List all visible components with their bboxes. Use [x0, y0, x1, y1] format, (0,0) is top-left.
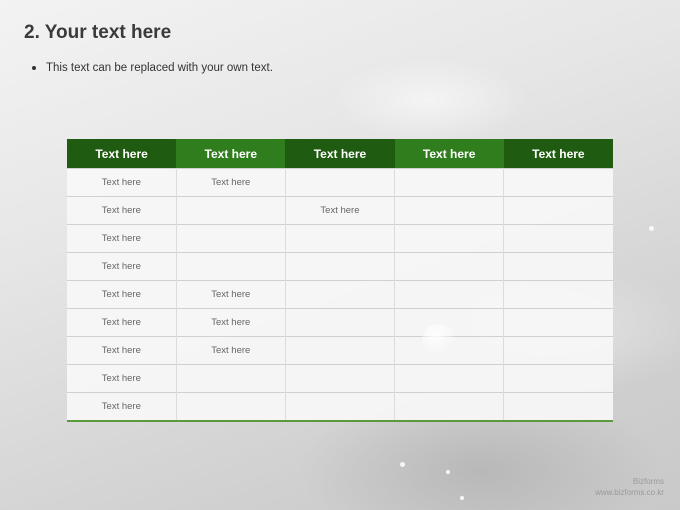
table-row: Text here Text here: [67, 336, 613, 365]
table-cell: Text here: [67, 308, 177, 337]
sparkle-decoration: [460, 496, 464, 500]
table-cell: Text here: [67, 392, 177, 421]
table-cell: [394, 196, 505, 225]
sparkle-decoration: [649, 226, 654, 231]
sparkle-decoration: [446, 470, 450, 474]
table-cell: Text here: [176, 280, 286, 309]
table-cell: Text here: [67, 364, 177, 393]
table-cell: [394, 280, 505, 309]
table-cell: [394, 392, 505, 421]
table-cell: Text here: [285, 196, 396, 225]
table-cell: [285, 224, 396, 253]
table-row: Text here: [67, 252, 613, 281]
table-cell: [285, 336, 396, 365]
table-cell: [394, 168, 505, 197]
table-header-cell: Text here: [394, 139, 504, 169]
table-cell: [176, 364, 286, 393]
table-cell: Text here: [67, 224, 177, 253]
slide-title: 2. Your text here: [24, 22, 172, 43]
table-header-row: Text here Text here Text here Text here …: [67, 139, 613, 169]
table-cell: [176, 392, 286, 421]
table-header-cell: Text here: [67, 139, 177, 169]
table-cell: Text here: [67, 280, 177, 309]
table-cell: [394, 224, 505, 253]
table-cell: Text here: [67, 336, 177, 365]
table-cell: Text here: [67, 252, 177, 281]
table-row: Text here Text here: [67, 168, 613, 197]
table-cell: [503, 364, 613, 393]
bullet-item: This text can be replaced with your own …: [32, 62, 273, 74]
table-cell: [503, 168, 613, 197]
table-cell: Text here: [176, 308, 286, 337]
table-row: Text here Text here: [67, 196, 613, 225]
table-cell: [285, 280, 396, 309]
table-cell: [176, 196, 286, 225]
table-cell: Text here: [67, 168, 177, 197]
bullet-text: This text can be replaced with your own …: [46, 62, 273, 74]
table-cell: [285, 168, 396, 197]
data-table: Text here Text here Text here Text here …: [67, 139, 613, 422]
table-row: Text here Text here: [67, 308, 613, 337]
table-cell: [285, 308, 396, 337]
footer-url: www.bizforms.co.kr: [595, 488, 664, 497]
table-cell: Text here: [176, 336, 286, 365]
table-header-cell: Text here: [503, 139, 613, 169]
table-cell: [503, 336, 613, 365]
table-cell: [394, 364, 505, 393]
table-cell: [394, 252, 505, 281]
table-cell: [503, 392, 613, 421]
table-cell: [503, 196, 613, 225]
footer-brand: Bizforms: [632, 477, 664, 486]
table-header-cell: Text here: [176, 139, 286, 169]
table-row: Text here: [67, 224, 613, 253]
table-cell: [503, 308, 613, 337]
table-cell: [176, 224, 286, 253]
table-header-cell: Text here: [285, 139, 395, 169]
table-cell: Text here: [176, 168, 286, 197]
table-cell: [285, 392, 396, 421]
table-cell: [285, 252, 396, 281]
table-cell: [285, 364, 396, 393]
water-droplet-decoration: [422, 324, 456, 354]
table-cell: [176, 252, 286, 281]
table-cell: [503, 280, 613, 309]
table-body: Text here Text here Text here Text here Text…: [67, 168, 613, 421]
table-cell: [503, 224, 613, 253]
sparkle-decoration: [400, 462, 405, 467]
table-row: Text here Text here: [67, 280, 613, 309]
table-cell: [503, 252, 613, 281]
table-row: Text here: [67, 392, 613, 421]
table-cell: Text here: [67, 196, 177, 225]
bullet-dot-icon: [32, 66, 36, 70]
table-row: Text here: [67, 364, 613, 393]
